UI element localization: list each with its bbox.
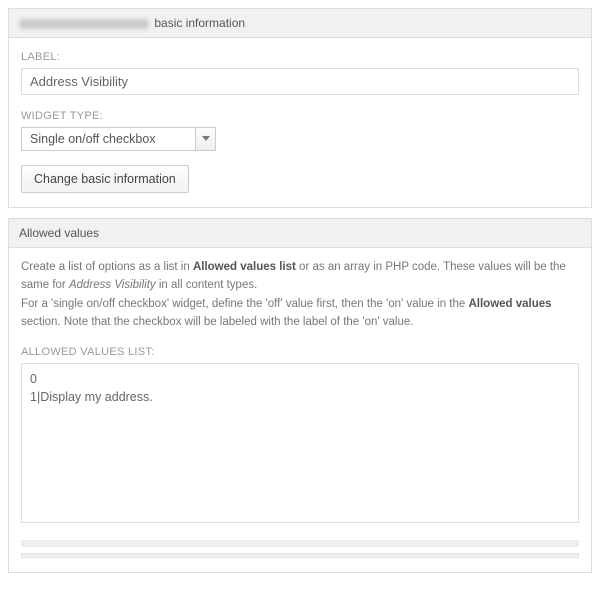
widget-type-label: WIDGET TYPE: [21,110,579,122]
change-basic-info-button[interactable]: Change basic information [21,165,189,193]
label-field-label: LABEL: [21,51,579,63]
widget-type-select[interactable] [21,127,216,151]
label-input[interactable] [21,68,579,95]
allowed-values-textarea-wrap [21,363,579,526]
blurred-prefix [19,19,149,29]
allowed-values-description: Create a list of options as a list in Al… [21,258,579,332]
separator-bar [21,540,579,547]
allowed-values-list-label: ALLOWED VALUES LIST: [21,346,579,358]
basic-info-header-suffix: basic information [154,16,245,30]
allowed-values-body: Create a list of options as a list in Al… [9,248,591,572]
basic-info-panel: basic information LABEL: WIDGET TYPE: Ch… [8,8,592,208]
allowed-values-textarea[interactable] [21,363,579,523]
allowed-values-panel: Allowed values Create a list of options … [8,218,592,573]
basic-info-header: basic information [9,9,591,38]
widget-type-select-wrap [21,127,216,151]
allowed-values-header: Allowed values [9,219,591,248]
basic-info-body: LABEL: WIDGET TYPE: Change basic informa… [9,38,591,207]
separator-bar-2 [21,553,579,558]
